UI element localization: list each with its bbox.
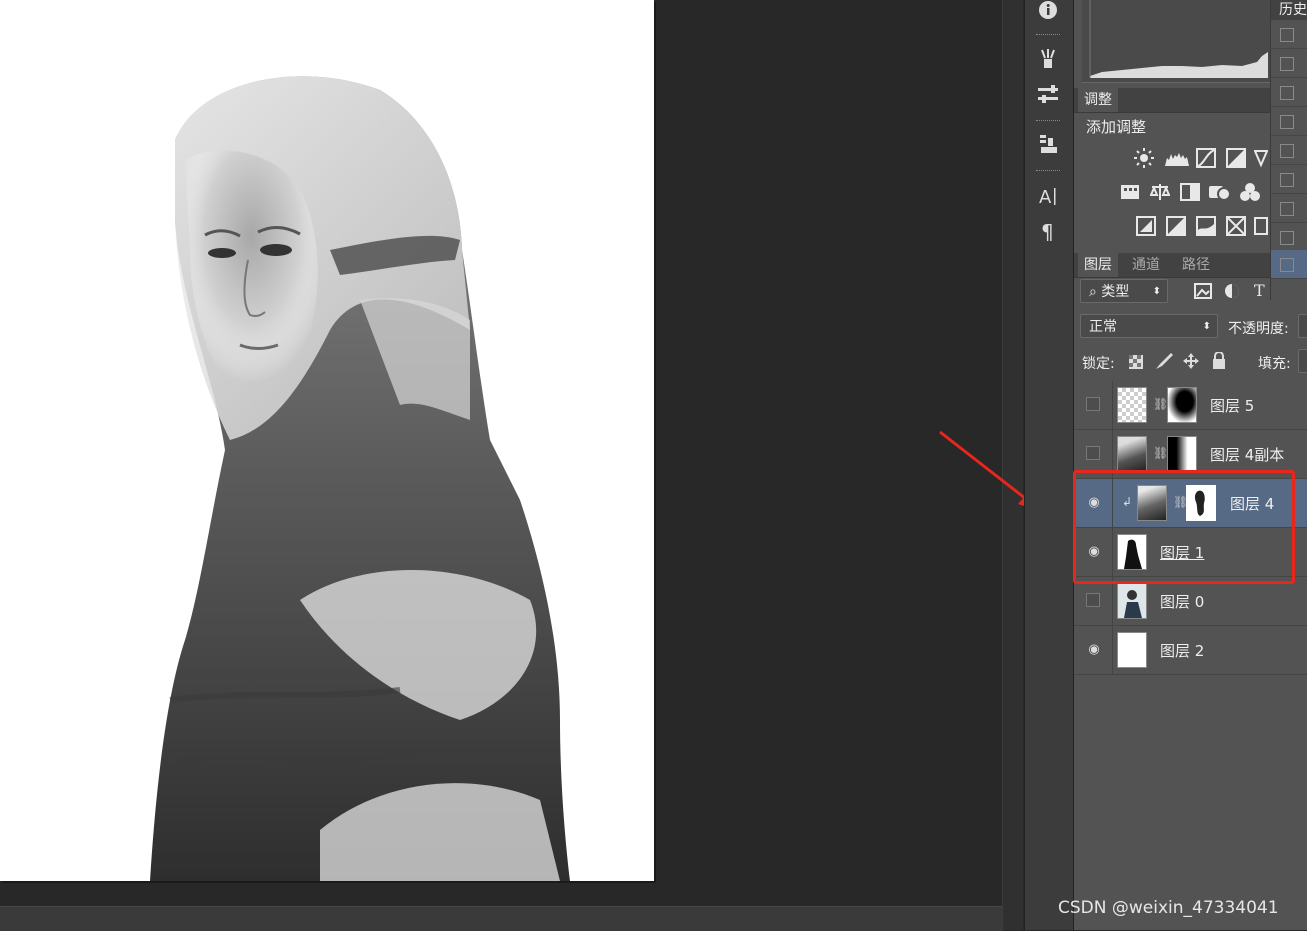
threshold-icon[interactable] (1196, 216, 1216, 236)
layer-thumbnail (1117, 583, 1147, 619)
lock-position-icon[interactable] (1183, 353, 1199, 369)
channel-mixer-icon[interactable] (1240, 182, 1260, 202)
fill-label: 填充: (1258, 356, 1291, 372)
svg-text:A: A (1039, 187, 1052, 207)
visibility-toggle[interactable] (1086, 397, 1100, 411)
layer-row[interactable]: ◉ 图层 2 (1074, 626, 1307, 675)
layers-empty-area[interactable] (1074, 676, 1307, 906)
history-item[interactable] (1271, 107, 1307, 136)
brush-settings-icon[interactable] (1032, 80, 1064, 108)
history-item[interactable] (1271, 223, 1307, 252)
filter-type-label: 类型 (1101, 284, 1130, 300)
layer-row[interactable]: ⛓ 图层 5 (1074, 381, 1307, 430)
svg-text:¶: ¶ (1041, 221, 1054, 243)
filter-adjustment-icon[interactable] (1224, 283, 1240, 299)
info-icon[interactable] (1032, 0, 1064, 24)
lock-label: 锁定: (1082, 356, 1115, 372)
layer-name[interactable]: 图层 5 (1210, 395, 1254, 416)
add-adjustment-title: 添加调整 (1086, 118, 1147, 136)
opacity-label: 不透明度: (1228, 321, 1289, 337)
watermark-text: CSDN @weixin_47334041 (1058, 898, 1279, 918)
history-item[interactable] (1271, 194, 1307, 223)
history-item[interactable] (1271, 20, 1307, 49)
filter-pixel-icon[interactable] (1194, 283, 1212, 299)
histogram-panel (1082, 0, 1274, 83)
tab-paths[interactable]: 路径 (1176, 253, 1216, 277)
history-item[interactable] (1271, 165, 1307, 194)
photo-filter-icon[interactable] (1208, 182, 1232, 202)
updown-icon: ⬍ (1152, 286, 1161, 297)
link-icon: ⛓ (1153, 397, 1169, 411)
dock-grip[interactable] (1036, 170, 1060, 174)
character-icon[interactable]: A (1032, 182, 1064, 210)
filter-type-icon[interactable]: T (1254, 281, 1270, 301)
layer-thumbnail (1117, 387, 1147, 423)
layer-name[interactable]: 图层 0 (1160, 591, 1204, 612)
black-white-icon[interactable] (1180, 182, 1200, 202)
eye-icon[interactable]: ◉ (1086, 641, 1102, 657)
layer-name[interactable]: 图层 2 (1160, 640, 1204, 661)
tab-layers[interactable]: 图层 (1078, 253, 1118, 277)
history-item[interactable] (1271, 250, 1307, 279)
invert-icon[interactable] (1136, 216, 1156, 236)
opacity-field[interactable] (1298, 314, 1307, 338)
history-item[interactable] (1271, 49, 1307, 78)
history-panel: 历史 (1270, 0, 1307, 300)
fill-field[interactable] (1298, 349, 1307, 373)
visibility-toggle[interactable] (1086, 446, 1100, 460)
layer-filter-dropdown[interactable]: ⌕ 类型 ⬍ (1080, 279, 1168, 303)
lock-pixels-icon[interactable] (1154, 352, 1174, 370)
gradient-map-icon[interactable] (1254, 216, 1268, 236)
history-item[interactable] (1271, 136, 1307, 165)
brush-presets-icon[interactable] (1032, 45, 1064, 73)
hue-saturation-icon[interactable] (1120, 182, 1140, 202)
blend-mode-dropdown[interactable]: 正常 ⬍ (1080, 314, 1218, 338)
history-item[interactable] (1271, 78, 1307, 107)
levels-icon[interactable] (1164, 148, 1190, 168)
layer-mask-thumbnail[interactable] (1167, 436, 1197, 472)
lock-all-icon[interactable] (1212, 351, 1226, 369)
layer-name[interactable]: 图层 4副本 (1210, 444, 1284, 465)
color-balance-icon[interactable] (1150, 182, 1170, 202)
tab-adjustments[interactable]: 调整 (1078, 88, 1118, 112)
curves-icon[interactable] (1196, 148, 1216, 168)
visibility-toggle[interactable] (1086, 593, 1100, 607)
lock-transparency-icon[interactable] (1129, 355, 1143, 369)
dock-grip[interactable] (1036, 120, 1060, 124)
paragraph-icon[interactable]: ¶ (1032, 218, 1064, 246)
status-bar (0, 906, 1002, 931)
blend-mode-value: 正常 (1089, 319, 1117, 335)
highlight-box (1073, 470, 1295, 584)
dock-grip[interactable] (1036, 34, 1060, 38)
layer-thumbnail (1117, 632, 1147, 668)
updown-icon: ⬍ (1202, 321, 1211, 332)
tab-history[interactable]: 历史 (1271, 0, 1307, 20)
link-icon: ⛓ (1153, 446, 1169, 460)
layer-thumbnail (1117, 436, 1147, 472)
posterize-icon[interactable] (1166, 216, 1186, 236)
artwork-image (0, 0, 654, 881)
search-icon: ⌕ (1089, 284, 1097, 300)
clone-source-icon[interactable] (1032, 130, 1064, 158)
exposure-icon[interactable] (1226, 148, 1246, 168)
document-canvas[interactable] (0, 0, 654, 881)
layer-row[interactable]: 图层 0 (1074, 577, 1307, 626)
layer-mask-thumbnail[interactable] (1167, 387, 1197, 423)
tab-channels[interactable]: 通道 (1126, 253, 1166, 277)
brightness-icon[interactable] (1134, 148, 1154, 168)
selective-color-icon[interactable] (1226, 216, 1246, 236)
vibrance-icon[interactable] (1254, 148, 1268, 168)
